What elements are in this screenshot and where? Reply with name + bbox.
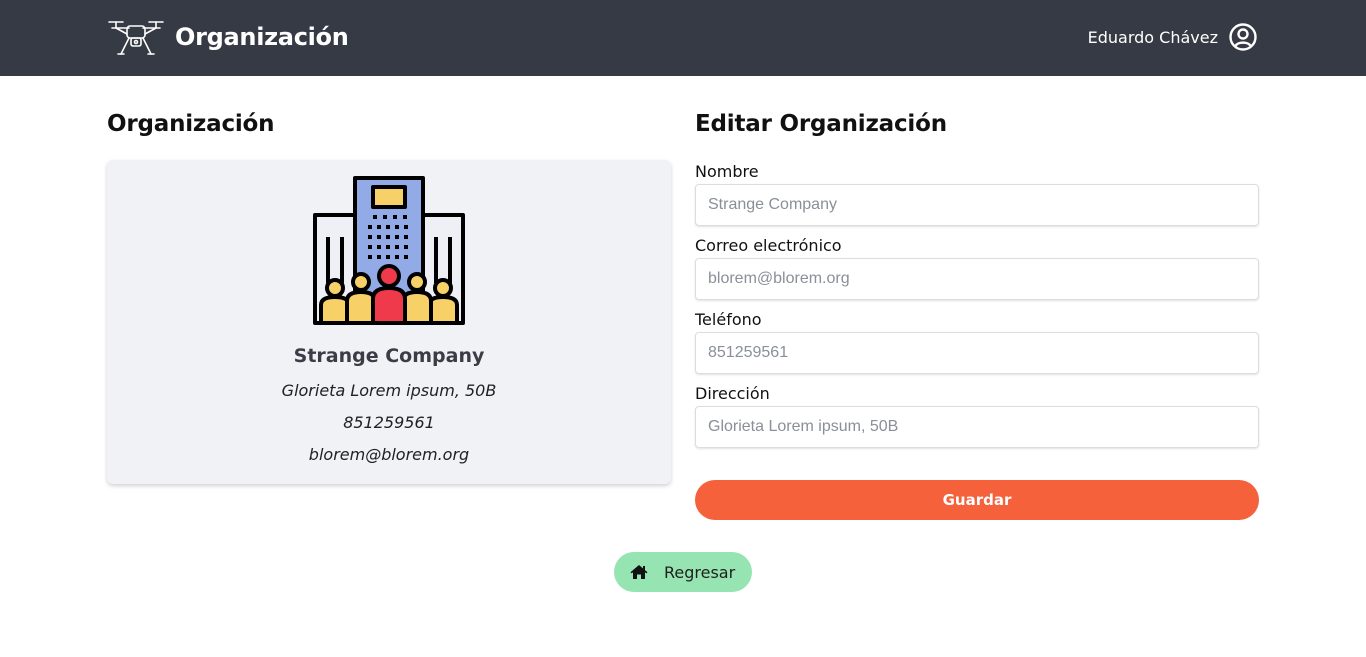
brand-title: Organización: [175, 23, 349, 51]
organization-heading: Organización: [107, 111, 275, 137]
address-input[interactable]: [695, 406, 1259, 448]
phone-input[interactable]: [695, 332, 1259, 374]
brand[interactable]: Organización: [107, 16, 349, 58]
drone-icon: [108, 21, 164, 55]
back-button[interactable]: Regresar: [614, 552, 752, 592]
organization-card: Strange Company Glorieta Lorem ipsum, 50…: [107, 160, 671, 484]
organization-address: Glorieta Lorem ipsum, 50B: [281, 381, 497, 400]
address-label: Dirección: [695, 384, 770, 403]
back-label: Regresar: [664, 562, 736, 582]
user-name: Eduardo Chávez: [1087, 27, 1218, 47]
organization-phone: 851259561: [343, 413, 435, 432]
user-menu[interactable]: Eduardo Chávez: [1088, 22, 1258, 52]
organization-email: blorem@blorem.org: [308, 445, 470, 464]
home-icon: [630, 565, 648, 579]
phone-label: Teléfono: [695, 310, 762, 329]
save-button[interactable]: Guardar: [695, 480, 1259, 520]
organization-name: Strange Company: [293, 345, 485, 367]
top-navbar: Organización Eduardo Chávez: [0, 0, 1366, 76]
edit-organization-heading: Editar Organización: [695, 111, 947, 137]
user-circle-icon[interactable]: [1228, 22, 1258, 52]
name-input[interactable]: [695, 184, 1259, 226]
name-label: Nombre: [695, 162, 759, 181]
office-building-team-icon: [313, 176, 465, 325]
email-input[interactable]: [695, 258, 1259, 300]
email-label: Correo electrónico: [695, 236, 842, 255]
